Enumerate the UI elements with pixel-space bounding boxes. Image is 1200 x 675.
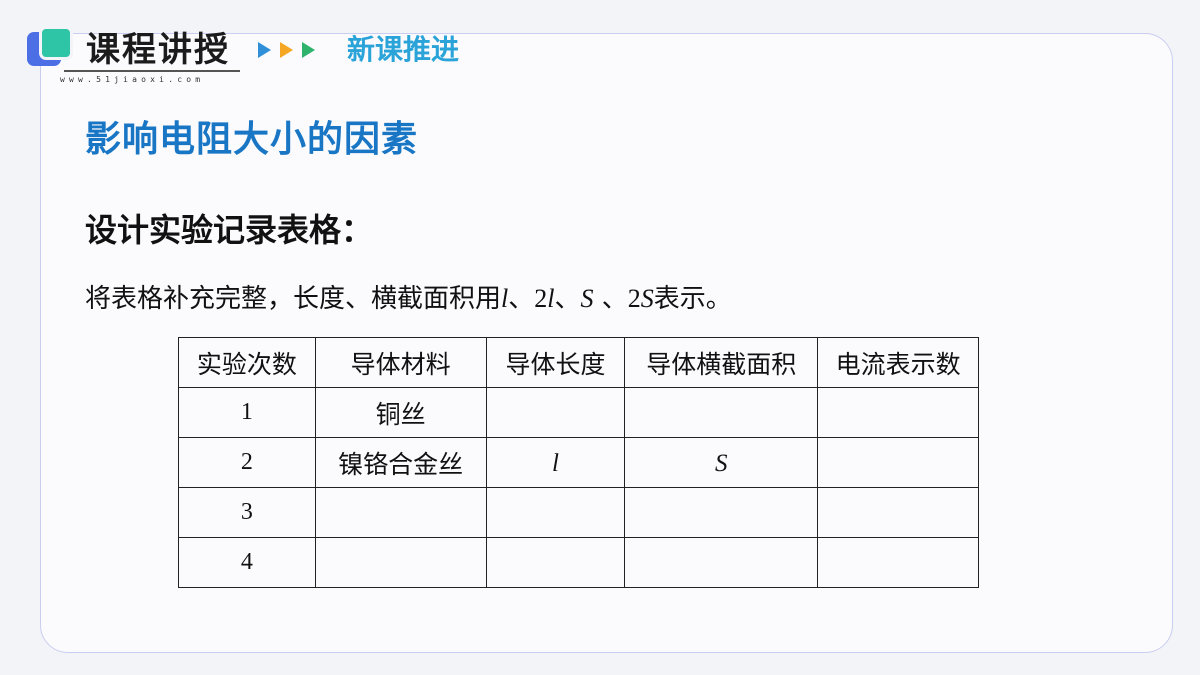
page-title: 影响电阻大小的因素 (85, 119, 419, 160)
table-cell (485, 487, 626, 538)
table-cell: l (485, 437, 626, 488)
table-cell (624, 537, 819, 588)
header-title: 课程讲授 (86, 30, 230, 70)
table-row: 1 铜丝 (178, 387, 979, 438)
table-cell (817, 537, 979, 588)
table-cell (817, 387, 979, 438)
table-row: 3 (178, 487, 979, 538)
table-cell (314, 487, 487, 538)
table-cell (314, 537, 487, 588)
table-cell: 镍铬合金丝 (314, 437, 487, 488)
table-cell: 3 (178, 487, 316, 538)
table-cell (485, 387, 626, 438)
header-divider (64, 70, 240, 72)
header-ammeter-reading: 电流表示数 (817, 337, 979, 388)
section-tag: 新课推进 (347, 33, 460, 66)
table-cell (485, 537, 626, 588)
header-cross-section: 导体横截面积 (624, 337, 819, 388)
table-cell (624, 487, 819, 538)
header-trial-count: 实验次数 (178, 337, 316, 388)
table-cell: 铜丝 (314, 387, 487, 438)
table-cell: S (624, 437, 819, 488)
instruction-text: 将表格补充完整，长度、横截面积用l、2l、S 、2S表示。 (85, 284, 732, 314)
header-url: www.51jiaoxi.com (60, 75, 205, 84)
table-cell (817, 437, 979, 488)
play-arrows-icon (258, 42, 315, 58)
experiment-record-table: 实验次数 导体材料 导体长度 导体横截面积 电流表示数 1 铜丝 2 镍铬合金丝… (178, 337, 979, 588)
table-row: 4 (178, 537, 979, 588)
table-cell: 2 (178, 437, 316, 488)
header-material: 导体材料 (314, 337, 487, 388)
table-cell (624, 387, 819, 438)
subheading: 设计实验记录表格： (85, 211, 374, 249)
header-length: 导体长度 (485, 337, 626, 388)
table-row: 2 镍铬合金丝 l S (178, 437, 979, 488)
table-cell: 4 (178, 537, 316, 588)
table-cell: 1 (178, 387, 316, 438)
table-header-row: 实验次数 导体材料 导体长度 导体横截面积 电流表示数 (178, 337, 979, 388)
table-cell (817, 487, 979, 538)
logo-icon (27, 26, 75, 70)
